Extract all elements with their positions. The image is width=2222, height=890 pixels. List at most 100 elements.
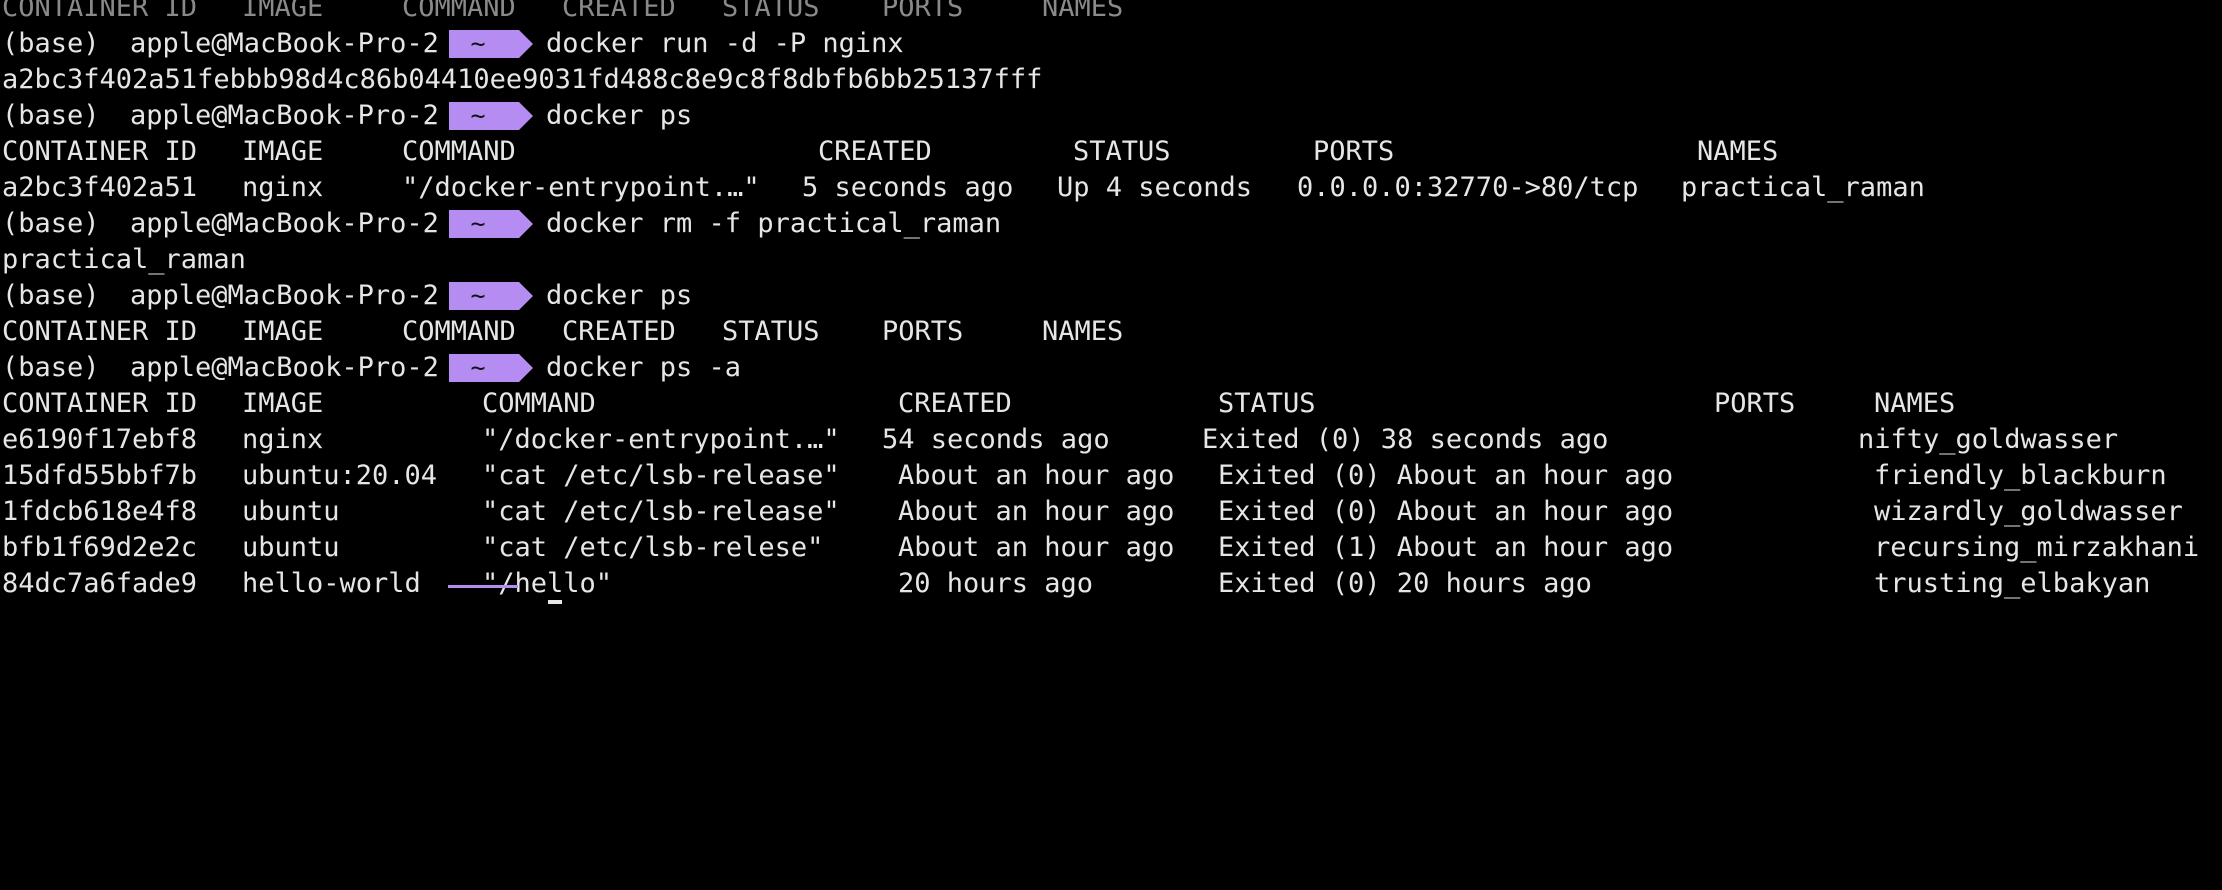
table-row: 15dfd55bbf7b ubuntu:20.04 "cat /etc/lsb-… (0, 458, 2222, 494)
table-cell: "/docker-entrypoint.…" (482, 424, 840, 455)
header-cell: COMMAND (402, 136, 516, 167)
table-cell: Exited (0) About an hour ago (1218, 460, 1674, 491)
table-cell: 20 hours ago (898, 568, 1094, 599)
header-cell: IMAGE (242, 316, 324, 347)
header-cell: PORTS (882, 316, 964, 347)
table-cell: Exited (0) 38 seconds ago (1202, 424, 1609, 455)
header-cell: IMAGE (242, 388, 324, 419)
table-cell: Exited (0) 20 hours ago (1218, 568, 1592, 599)
header-cell: PORTS (1714, 388, 1796, 419)
table-cell: Exited (1) About an hour ago (1218, 532, 1674, 563)
table-header-row: CONTAINER ID IMAGE COMMAND CREATED STATU… (0, 386, 2222, 422)
table-row: a2bc3f402a51 nginx "/docker-entrypoint.…… (0, 170, 2222, 206)
table-cell: About an hour ago (898, 460, 1175, 491)
table-cell: e6190f17ebf8 (2, 424, 198, 455)
user-host-label: apple@MacBook-Pro-2 (130, 28, 439, 59)
directory-badge: ~ (449, 29, 533, 58)
prompt-line: (base) apple@MacBook-Pro-2 ~ docker ps -… (0, 350, 2222, 386)
header-cell: IMAGE (242, 0, 324, 23)
header-cell: NAMES (1042, 316, 1124, 347)
output-line: practical_raman (0, 242, 2222, 278)
table-cell: About an hour ago (898, 496, 1175, 527)
directory-badge: ~ (449, 281, 533, 310)
table-cell: ubuntu (242, 532, 340, 563)
directory-label: ~ (470, 101, 486, 130)
user-host-label: apple@MacBook-Pro-2 (130, 280, 439, 311)
table-cell: "cat /etc/lsb-release" (482, 460, 840, 491)
header-cell: STATUS (722, 0, 820, 23)
table-cell: "cat /etc/lsb-release" (482, 496, 840, 527)
table-cell: About an hour ago (898, 532, 1175, 563)
header-cell: NAMES (1874, 388, 1956, 419)
user-host-label: apple@MacBook-Pro-2 (130, 100, 439, 131)
table-cell: recursing_mirzakhani (1874, 532, 2200, 563)
table-cell: 84dc7a6fade9 (2, 568, 198, 599)
command-text: docker ps -a (546, 352, 742, 383)
header-cell: NAMES (1697, 136, 1779, 167)
conda-env-label: (base) (2, 28, 100, 59)
table-cell: 5 seconds ago (802, 172, 1014, 203)
header-cell: COMMAND (482, 388, 596, 419)
header-cell: CREATED (818, 136, 932, 167)
table-cell: friendly_blackburn (1874, 460, 2167, 491)
output-line: a2bc3f402a51febbb98d4c86b04410ee9031fd48… (0, 62, 2222, 98)
header-cell: PORTS (882, 0, 964, 23)
partial-header-row: CONTAINER ID IMAGE COMMAND CREATED STATU… (0, 0, 2222, 26)
conda-env-label: (base) (2, 100, 100, 131)
directory-label: ~ (470, 209, 486, 238)
table-cell: wizardly_goldwasser (1874, 496, 2183, 527)
table-cell: a2bc3f402a51 (2, 172, 198, 203)
prompt-line: (base) apple@MacBook-Pro-2 ~ docker run … (0, 26, 2222, 62)
header-cell: STATUS (1218, 388, 1316, 419)
text-cursor (548, 600, 562, 604)
prompt-line: (base) apple@MacBook-Pro-2 ~ docker rm -… (0, 206, 2222, 242)
header-cell: STATUS (1073, 136, 1171, 167)
table-row: 84dc7a6fade9 hello-world "/hello" 20 hou… (0, 566, 2222, 604)
command-text: docker rm -f practical_raman (546, 208, 1002, 239)
removed-container-output: practical_raman (2, 244, 246, 275)
directory-badge: ~ (449, 101, 533, 130)
header-cell: COMMAND (402, 0, 516, 23)
table-cell: "/docker-entrypoint.…" (402, 172, 760, 203)
header-cell: STATUS (722, 316, 820, 347)
table-cell: trusting_elbakyan (1874, 568, 2151, 599)
table-cell: "/hello" (482, 568, 613, 599)
header-cell: CREATED (562, 316, 676, 347)
table-cell: nginx (242, 424, 324, 455)
header-cell: PORTS (1313, 136, 1395, 167)
conda-env-label: (base) (2, 352, 100, 383)
table-row: 1fdcb618e4f8 ubuntu "cat /etc/lsb-releas… (0, 494, 2222, 530)
table-cell: hello-world (242, 568, 421, 599)
header-cell: NAMES (1042, 0, 1124, 23)
table-cell: Up 4 seconds (1057, 172, 1253, 203)
table-cell: nginx (242, 172, 324, 203)
header-cell: COMMAND (402, 316, 516, 347)
directory-label: ~ (470, 353, 486, 382)
table-cell: 1fdcb618e4f8 (2, 496, 198, 527)
conda-env-label: (base) (2, 208, 100, 239)
header-cell: CREATED (562, 0, 676, 23)
table-cell: ubuntu (242, 496, 340, 527)
header-cell: CONTAINER ID (2, 136, 198, 167)
table-header-row: CONTAINER ID IMAGE COMMAND CREATED STATU… (0, 134, 2222, 170)
command-text: docker ps (546, 280, 693, 311)
terminal-window[interactable]: CONTAINER ID IMAGE COMMAND CREATED STATU… (0, 0, 2222, 604)
header-cell: CONTAINER ID (2, 0, 198, 23)
command-text: docker run -d -P nginx (546, 28, 904, 59)
user-host-label: apple@MacBook-Pro-2 (130, 352, 439, 383)
table-cell: ubuntu:20.04 (242, 460, 438, 491)
container-id-output: a2bc3f402a51febbb98d4c86b04410ee9031fd48… (2, 64, 1043, 95)
table-cell: 15dfd55bbf7b (2, 460, 198, 491)
command-text: docker ps (546, 100, 693, 131)
prompt-line: (base) apple@MacBook-Pro-2 ~ docker ps (0, 278, 2222, 314)
directory-label: ~ (470, 29, 486, 58)
header-cell: CONTAINER ID (2, 316, 198, 347)
directory-badge: ~ (449, 353, 533, 382)
table-cell: nifty_goldwasser (1858, 424, 2119, 455)
prompt-line: (base) apple@MacBook-Pro-2 ~ docker ps (0, 98, 2222, 134)
directory-badge: ~ (449, 209, 533, 238)
table-row: bfb1f69d2e2c ubuntu "cat /etc/lsb-relese… (0, 530, 2222, 566)
directory-label: ~ (470, 281, 486, 310)
table-cell: bfb1f69d2e2c (2, 532, 198, 563)
table-cell: practical_raman (1681, 172, 1925, 203)
